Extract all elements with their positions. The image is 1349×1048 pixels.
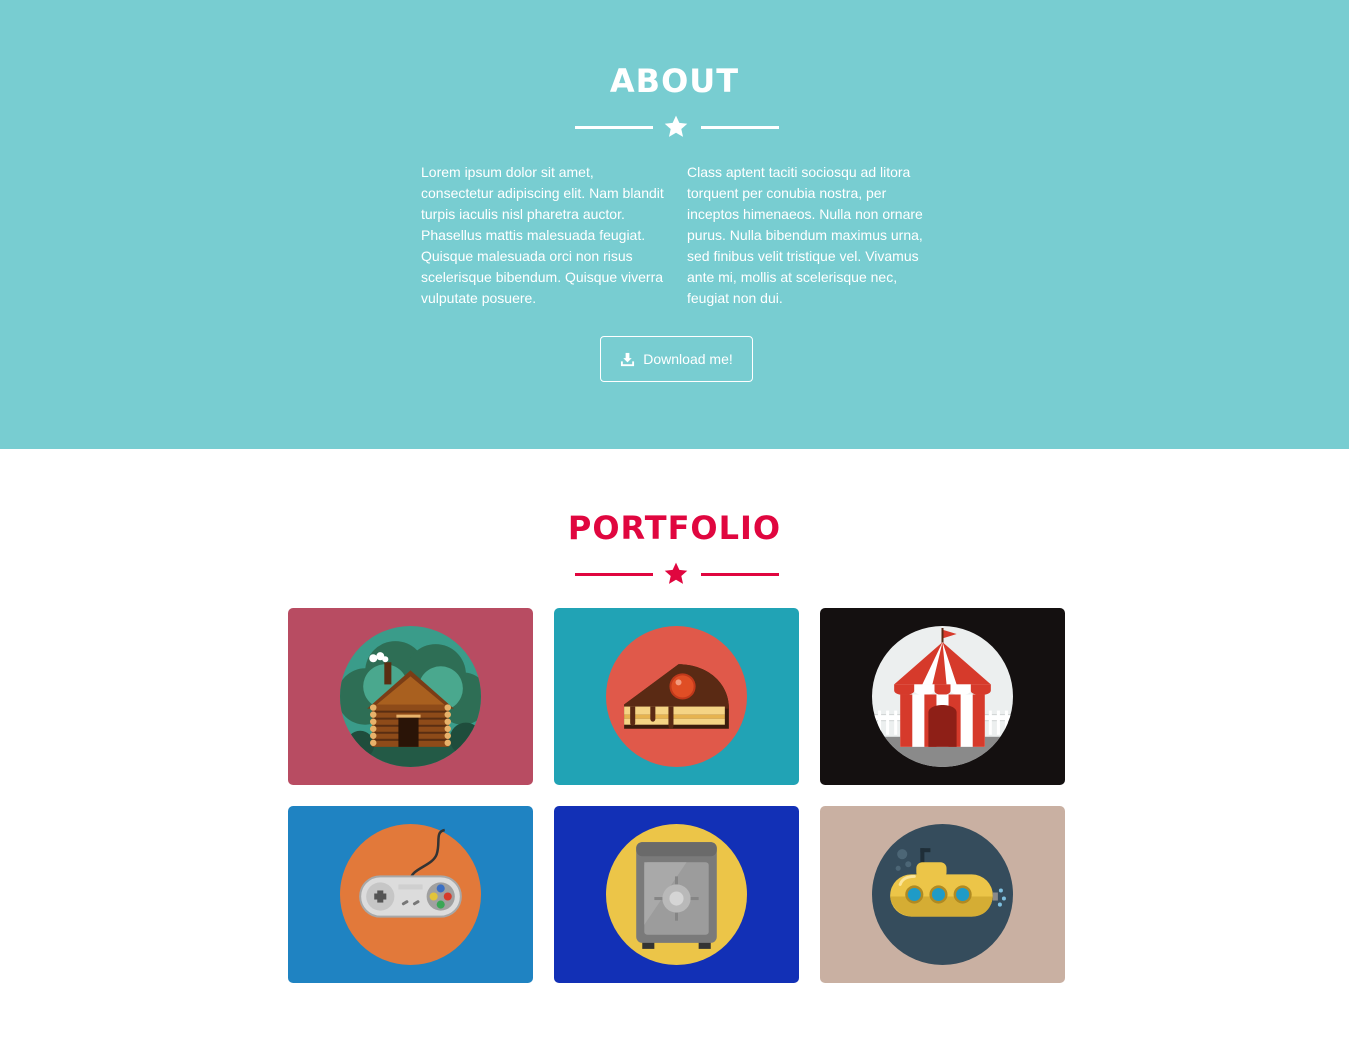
portfolio-item-submarine[interactable]: [820, 806, 1065, 983]
divider-line-left: [575, 126, 653, 129]
cabin-icon: [340, 626, 481, 767]
about-divider: [575, 114, 779, 140]
portfolio-item-circus[interactable]: [820, 608, 1065, 785]
cake-icon: [606, 626, 747, 767]
star-icon: [664, 562, 688, 584]
portfolio-item-safe[interactable]: [554, 806, 799, 983]
game-controller-icon: [340, 824, 481, 965]
about-title: ABOUT: [609, 62, 740, 100]
portfolio-title: PORTFOLIO: [567, 509, 782, 547]
divider-line-right: [701, 126, 779, 129]
download-button[interactable]: Download me!: [600, 336, 753, 382]
portfolio-divider: [575, 561, 779, 587]
safe-icon: [606, 824, 747, 965]
circus-tent-icon: [872, 626, 1013, 767]
submarine-icon: [872, 824, 1013, 965]
star-icon: [664, 115, 688, 137]
download-label: Download me!: [643, 351, 733, 367]
portfolio-item-cake[interactable]: [554, 608, 799, 785]
about-text-right: Class aptent taciti sociosqu ad litora t…: [687, 164, 923, 306]
about-text-left: Lorem ipsum dolor sit amet, consectetur …: [421, 164, 664, 306]
download-icon: [621, 352, 635, 366]
portfolio-item-cabin[interactable]: [288, 608, 533, 785]
divider-line-right: [701, 573, 779, 576]
divider-line-left: [575, 573, 653, 576]
about-section: ABOUT Lorem ipsum dolor sit amet, consec…: [0, 0, 1349, 449]
portfolio-item-game-controller[interactable]: [288, 806, 533, 983]
